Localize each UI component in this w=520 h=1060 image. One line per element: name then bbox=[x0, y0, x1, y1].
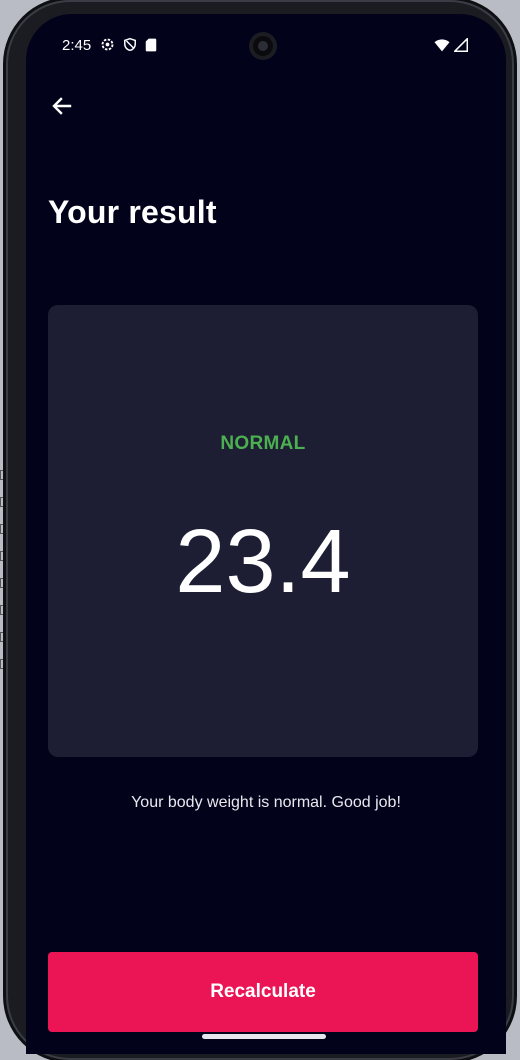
status-time: 2:45 bbox=[62, 37, 92, 54]
arrow-back-icon bbox=[52, 97, 72, 115]
back-button[interactable] bbox=[48, 92, 76, 120]
status-icons-right bbox=[434, 38, 468, 52]
status-bar: 2:45 bbox=[26, 14, 506, 76]
app-screen: 2:45 Your result NORMAL 23.4 Your body w… bbox=[26, 14, 506, 1054]
recalculate-button[interactable]: Recalculate bbox=[48, 952, 478, 1032]
signal-icon bbox=[454, 38, 468, 52]
home-indicator bbox=[202, 1034, 326, 1039]
page-title: Your result bbox=[48, 194, 217, 230]
sd-card-icon bbox=[145, 38, 157, 51]
wifi-icon bbox=[434, 38, 450, 51]
shield-icon bbox=[124, 37, 136, 52]
phone-frame: 2:45 Your result NORMAL 23.4 Your body w… bbox=[6, 0, 514, 1060]
result-card: NORMAL 23.4 bbox=[48, 305, 478, 757]
settings-icon bbox=[101, 38, 114, 51]
front-camera bbox=[249, 32, 277, 60]
bmi-value: 23.4 bbox=[175, 512, 351, 612]
status-icons-left bbox=[100, 37, 157, 52]
result-category: NORMAL bbox=[220, 433, 306, 454]
result-interpretation: Your body weight is normal. Good job! bbox=[131, 794, 401, 811]
